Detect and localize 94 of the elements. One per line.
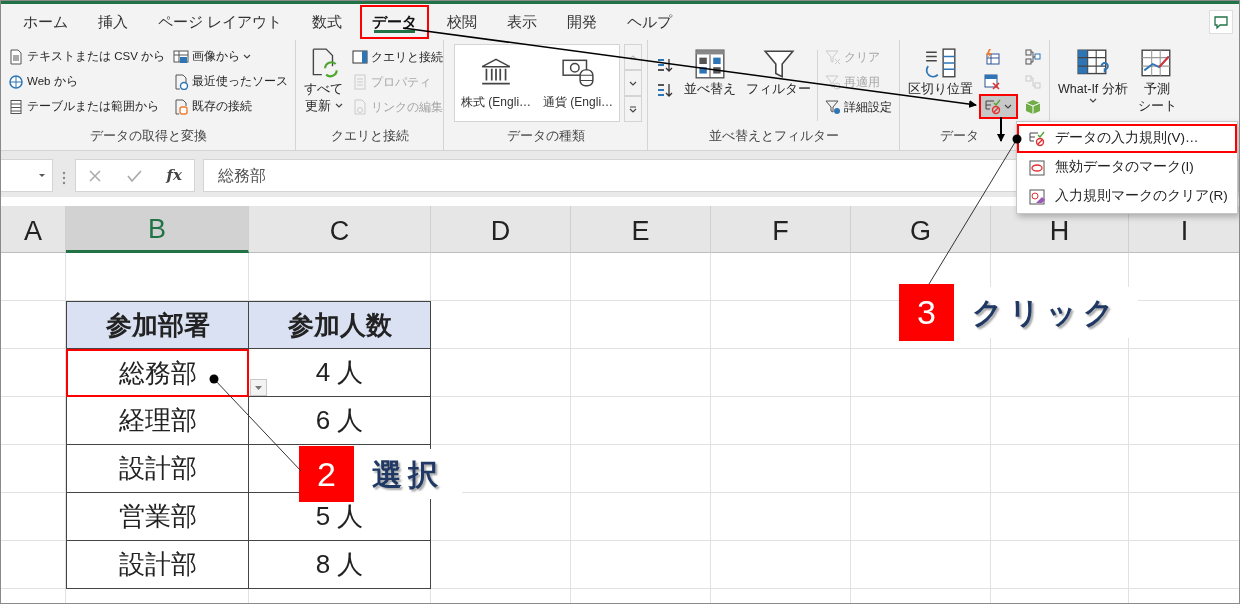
menu-item[interactable]: データの入力規則(V)… <box>1017 124 1237 153</box>
ribbon-button[interactable]: 並べ替え <box>680 44 741 101</box>
lightning-icon <box>984 48 1001 65</box>
column-header[interactable]: E <box>571 206 711 253</box>
cancel-button[interactable] <box>88 168 103 183</box>
ribbon-button[interactable]: What-If 分析 <box>1054 44 1132 107</box>
ribbon-tab[interactable]: ホーム <box>11 5 80 39</box>
table-icon <box>8 98 24 115</box>
table-cell[interactable]: 6 人 <box>249 397 431 445</box>
filter-settings-icon <box>825 98 842 115</box>
close-icon <box>88 168 103 183</box>
gallery-item[interactable]: 通貨 (Engli… <box>537 45 620 121</box>
eraser-icon <box>1029 188 1045 205</box>
column-header[interactable]: D <box>431 206 571 253</box>
ribbon-button[interactable]: 予測 シート <box>1133 44 1181 118</box>
up-icon <box>629 53 638 61</box>
table-cell[interactable]: 総務部 <box>66 349 249 397</box>
table-cell[interactable]: 4 人 <box>249 349 431 397</box>
caret-icon <box>255 385 262 390</box>
ribbon-button[interactable]: テーブルまたは範囲から <box>5 94 169 119</box>
dropdown-button[interactable] <box>250 379 267 396</box>
down-icon <box>629 79 638 87</box>
step-number-tooltip: 2 <box>299 446 354 502</box>
clock-icon <box>173 73 190 90</box>
gallery-more-button[interactable] <box>624 96 643 122</box>
camera-icon <box>173 48 190 65</box>
panel-icon <box>352 48 369 65</box>
ribbon-button[interactable]: フィルター <box>742 44 816 101</box>
table-header: 参加人数 <box>249 301 431 349</box>
scroll-up-button[interactable] <box>624 44 643 70</box>
caret-icon <box>38 173 46 178</box>
remove-rows-icon <box>984 73 1001 90</box>
filter-refresh-icon <box>825 73 842 90</box>
column-header[interactable]: C <box>249 206 431 253</box>
validation-icon <box>1029 130 1045 147</box>
ribbon-tab[interactable]: 開発 <box>555 5 610 39</box>
ribbon-button[interactable]: 詳細設定 <box>822 94 896 119</box>
table-cell[interactable]: 設計部 <box>66 541 249 589</box>
link-icon <box>352 98 369 115</box>
check-icon <box>126 168 143 183</box>
group-label: データの取得と変換 <box>89 129 207 143</box>
group-label: データの種類 <box>506 129 585 143</box>
ribbon-button[interactable]: 画像から <box>170 44 292 69</box>
ribbon-button[interactable]: クエリと接続 <box>349 44 447 69</box>
step-label-tooltip: 選択 <box>354 449 462 499</box>
group-label: データ <box>940 129 980 143</box>
column-header[interactable]: A <box>1 206 66 253</box>
ribbon-button[interactable]: テキストまたは CSV から <box>5 44 169 69</box>
ribbon-tab[interactable]: ページ レイアウト <box>146 5 295 39</box>
filter-icon <box>761 47 796 81</box>
expand-icon <box>629 105 638 113</box>
ribbon-tab[interactable]: ヘルプ <box>615 5 685 39</box>
step-label-tooltip: クリック <box>954 287 1138 338</box>
sort-icon <box>693 47 728 81</box>
step-number-tooltip: 3 <box>899 284 954 341</box>
ribbon-tab[interactable]: 表示 <box>495 5 550 39</box>
column-header[interactable]: B <box>66 206 249 253</box>
column-header[interactable]: G <box>851 206 991 253</box>
table-cell[interactable]: 営業部 <box>66 493 249 541</box>
table-cell[interactable]: 設計部 <box>66 445 249 493</box>
validation-icon <box>985 98 1002 115</box>
ribbon-tab[interactable]: 挿入 <box>86 5 140 39</box>
insert-function-button[interactable]: fx <box>166 164 182 187</box>
arrow <box>997 116 1005 142</box>
ribbon-button[interactable]: 最近使ったソース <box>170 69 292 94</box>
list-icon <box>352 73 369 90</box>
column-header[interactable]: F <box>711 206 851 253</box>
sort-descending-icon <box>657 81 674 98</box>
ribbon-button[interactable]: すべて 更新 <box>300 44 348 118</box>
comments-button[interactable] <box>1209 10 1233 34</box>
ribbon-button[interactable]: 区切り位置 <box>904 44 978 101</box>
table-cell[interactable]: 8 人 <box>249 541 431 589</box>
ribbon-button[interactable]: 既存の接続 <box>170 94 292 119</box>
database-icon <box>173 98 190 115</box>
split-columns-icon <box>923 47 958 81</box>
document-icon <box>8 48 24 65</box>
group-label: 並べ替えとフィルター <box>708 129 839 143</box>
gallery-item[interactable]: 株式 (Engli… <box>455 45 538 121</box>
cube-icon <box>1025 98 1042 115</box>
globe-icon <box>8 73 24 90</box>
comment-icon <box>1213 14 1229 30</box>
ribbon-tab[interactable]: 数式 <box>300 5 355 39</box>
ribbon-tab[interactable]: 校閲 <box>435 5 490 39</box>
table-header: 参加部署 <box>66 301 249 349</box>
table-cell[interactable]: 経理部 <box>66 397 249 445</box>
sort-ascending-icon <box>657 56 674 73</box>
filter-clear-icon <box>825 48 842 65</box>
ribbon-tab[interactable]: データ <box>360 5 430 39</box>
relationship-icon <box>1025 73 1042 90</box>
consolidate-icon <box>1025 48 1042 65</box>
enter-button[interactable] <box>126 168 143 183</box>
group-label: クエリと接続 <box>330 129 409 143</box>
ribbon-button[interactable]: Web から <box>5 69 169 94</box>
grip-icon <box>61 170 67 186</box>
